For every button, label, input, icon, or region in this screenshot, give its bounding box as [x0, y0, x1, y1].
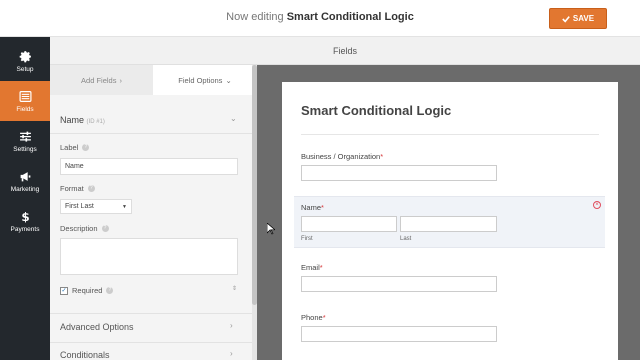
first-name-input[interactable]	[301, 216, 397, 232]
fields-header: Fields	[50, 37, 640, 65]
sidebar-item-setup[interactable]: Setup	[0, 41, 50, 81]
tab-field-options[interactable]: Field Options ⌄	[153, 65, 257, 95]
editing-prefix: Now editing	[226, 11, 284, 23]
field-label-email: Email*	[301, 263, 323, 272]
required-checkbox[interactable]: ✓	[60, 286, 68, 295]
top-bar: Now editing Smart Conditional Logic SAVE	[0, 0, 640, 37]
panel-tabs: Add Fields › Field Options ⌄	[50, 65, 257, 95]
resize-handle-icon[interactable]: ⇕	[232, 285, 237, 292]
form-title: Smart Conditional Logic	[301, 103, 452, 118]
field-label-phone: Phone*	[301, 313, 326, 322]
form-name: Smart Conditional Logic	[286, 11, 414, 23]
megaphone-icon	[20, 171, 30, 181]
sliders-icon	[19, 131, 31, 142]
divider	[50, 313, 257, 314]
divider	[50, 133, 257, 134]
required-marker: *	[321, 203, 324, 212]
description-text: Description	[60, 224, 98, 233]
tab-field-options-label: Field Options	[178, 75, 223, 85]
tab-add-fields-label: Add Fields	[81, 75, 117, 85]
form-preview: Smart Conditional Logic Business / Organ…	[282, 82, 618, 360]
dollar-icon: $	[21, 210, 29, 223]
sidebar-item-fields[interactable]: Fields	[0, 81, 50, 121]
field-label-text: Email	[301, 263, 320, 272]
checkmark-icon	[562, 15, 570, 23]
field-label-text: Phone	[301, 313, 323, 322]
sidebar-label-settings: Settings	[13, 145, 37, 153]
tab-add-fields[interactable]: Add Fields ›	[50, 65, 153, 95]
conditionals-toggle[interactable]: Conditionals	[60, 350, 110, 360]
format-text: Format	[60, 184, 84, 193]
help-icon[interactable]: ?	[82, 144, 90, 151]
label-field-label: Label ?	[60, 143, 90, 152]
help-icon[interactable]: ?	[101, 225, 109, 232]
chevron-right-icon[interactable]: ›	[230, 321, 233, 330]
business-input[interactable]	[301, 165, 497, 181]
field-label-text: Name	[301, 203, 322, 212]
help-icon[interactable]: ?	[106, 287, 114, 294]
format-select[interactable]: First Last ▼	[60, 199, 132, 214]
sidebar-item-payments[interactable]: $ Payments	[0, 201, 50, 241]
sidebar-label-fields: Fields	[16, 105, 34, 113]
label-text: Label	[60, 143, 79, 152]
required-row: ✓ Required ?	[60, 286, 114, 295]
svg-text:$: $	[21, 210, 29, 223]
field-label-name: Name*	[301, 203, 324, 212]
first-sublabel: First	[301, 236, 313, 242]
field-section-title[interactable]: Name (ID #1)	[60, 115, 105, 125]
delete-field-icon[interactable]: ×	[593, 201, 601, 209]
editing-title: Now editing Smart Conditional Logic	[0, 11, 640, 23]
sidebar-item-marketing[interactable]: Marketing	[0, 161, 50, 201]
list-icon	[18, 90, 32, 102]
description-textarea[interactable]	[60, 238, 238, 275]
select-arrow-icon: ▼	[122, 203, 127, 210]
field-label-text: Business / Organization	[301, 152, 381, 161]
save-label: SAVE	[572, 14, 595, 23]
sidebar-label-payments: Payments	[10, 225, 40, 233]
chevron-down-icon[interactable]: ⌄	[230, 114, 237, 123]
panel-body: Name (ID #1) ⌄ Label ? Name Format ? Fir…	[50, 95, 257, 360]
gear-icon	[19, 50, 31, 62]
required-label: Required	[72, 286, 103, 295]
label-input[interactable]: Name	[60, 158, 238, 175]
email-input[interactable]	[301, 276, 497, 292]
sidebar-label-marketing: Marketing	[10, 185, 40, 193]
last-name-input[interactable]	[400, 216, 497, 232]
field-type-label: Name	[60, 115, 85, 125]
field-options-panel: Add Fields › Field Options ⌄ Name (ID #1…	[50, 65, 257, 360]
format-field-label: Format ?	[60, 184, 95, 193]
format-value: First Last	[65, 203, 94, 210]
required-marker: *	[380, 152, 384, 161]
chevron-right-icon[interactable]: ›	[230, 349, 233, 358]
field-id: (ID #1)	[86, 119, 105, 125]
required-marker: *	[319, 263, 323, 272]
advanced-options-toggle[interactable]: Advanced Options	[60, 322, 134, 332]
divider	[301, 134, 599, 135]
phone-input[interactable]	[301, 326, 497, 342]
help-icon[interactable]: ?	[87, 185, 95, 192]
description-field-label: Description ?	[60, 224, 109, 233]
last-sublabel: Last	[400, 236, 412, 242]
sidebar-label-setup: Setup	[16, 65, 34, 73]
divider	[50, 342, 257, 343]
field-label-business: Business / Organization*	[301, 152, 383, 161]
builder-sidebar: Setup Fields Settings Marketing $ Paymen…	[0, 37, 50, 360]
required-marker: *	[322, 313, 326, 322]
chevron-down-icon: ⌄	[225, 75, 232, 85]
chevron-right-icon: ›	[119, 75, 122, 85]
sidebar-item-settings[interactable]: Settings	[0, 121, 50, 161]
mouse-cursor-icon	[267, 223, 275, 235]
save-button[interactable]: SAVE	[549, 8, 607, 29]
